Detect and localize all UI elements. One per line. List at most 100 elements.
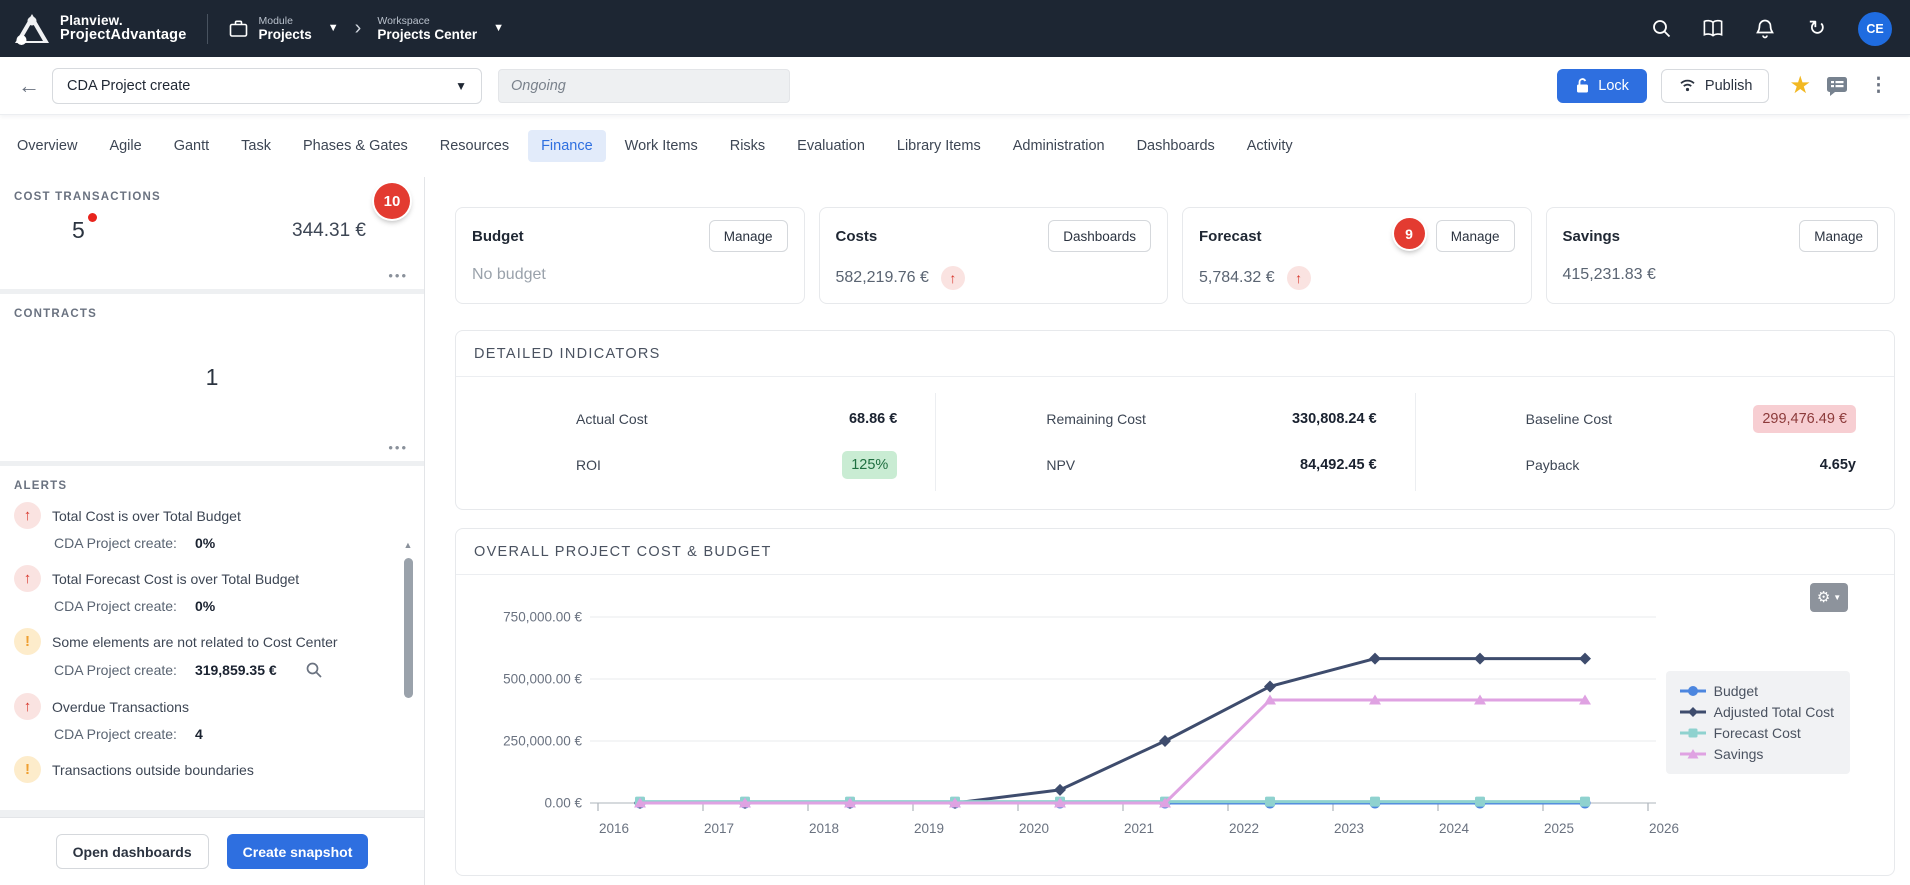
open-dashboards-button[interactable]: Open dashboards	[56, 834, 209, 869]
alert-value: 319,859.35 €	[195, 662, 277, 678]
tab-agile[interactable]: Agile	[96, 130, 154, 162]
alert-severity-up-icon: ↑	[14, 502, 41, 529]
planview-logo[interactable]: Planview. ProjectAdvantage	[14, 13, 187, 45]
project-toolbar: ← CDA Project create ▼ Ongoing Lock	[0, 57, 1910, 115]
costs-value: 582,219.76 €	[836, 269, 929, 287]
forecast-trend-up-icon: ↑	[1287, 266, 1311, 290]
alert-title: Total Cost is over Total Budget	[52, 508, 241, 524]
publish-broadcast-icon	[1678, 78, 1697, 93]
budget-card-title: Budget	[472, 228, 524, 245]
cost-transactions-badge: 10	[374, 183, 410, 219]
tab-phases-gates[interactable]: Phases & Gates	[290, 130, 421, 162]
project-status-value: Ongoing	[511, 78, 566, 94]
more-options-kebab-icon[interactable]: ⋮	[1863, 74, 1894, 97]
lock-button[interactable]: Lock	[1557, 69, 1647, 103]
scrollbar-thumb[interactable]	[404, 558, 413, 698]
create-snapshot-button[interactable]: Create snapshot	[227, 834, 369, 869]
project-select-caret-icon: ▼	[455, 79, 467, 93]
contracts-card[interactable]: CONTRACTS 1 •••	[0, 294, 424, 461]
legend-marker-icon	[1680, 727, 1706, 739]
alert-magnifier-icon[interactable]	[305, 661, 323, 679]
tab-dashboards[interactable]: Dashboards	[1124, 130, 1228, 162]
sidebar-actions-bar: Open dashboards Create snapshot	[0, 817, 424, 885]
detailed-indicators-title: DETAILED INDICATORS	[456, 331, 1894, 377]
costs-trend-up-icon: ↑	[941, 266, 965, 290]
tab-finance[interactable]: Finance	[528, 130, 606, 162]
tab-activity[interactable]: Activity	[1234, 130, 1306, 162]
module-selector[interactable]: Module Projects ▼	[228, 15, 339, 43]
legend-item-budget[interactable]: Budget	[1680, 683, 1834, 699]
costs-dashboards-button[interactable]: Dashboards	[1048, 220, 1151, 252]
legend-label: Savings	[1714, 746, 1764, 762]
tab-work-items[interactable]: Work Items	[612, 130, 711, 162]
legend-item-adjusted-total-cost[interactable]: Adjusted Total Cost	[1680, 704, 1834, 720]
forecast-manage-button[interactable]: Manage	[1436, 220, 1515, 252]
forecast-card-title: Forecast	[1199, 228, 1262, 245]
tab-task[interactable]: Task	[228, 130, 284, 162]
user-avatar[interactable]: CE	[1858, 12, 1892, 46]
publish-button-label: Publish	[1705, 78, 1753, 94]
favorite-star-icon[interactable]: ★	[1789, 71, 1811, 100]
alert-project-label: CDA Project create:	[54, 598, 177, 614]
tab-gantt[interactable]: Gantt	[161, 130, 222, 162]
detailed-indicators-panel: DETAILED INDICATORS Actual Cost 68.86 € …	[455, 330, 1895, 510]
notifications-bell-icon[interactable]	[1754, 18, 1776, 40]
svg-text:2019: 2019	[914, 821, 944, 836]
legend-marker-icon	[1680, 685, 1706, 697]
alerts-card: ALERTS ↑ Total Cost is over Total Budget…	[0, 466, 424, 810]
indicator-label: Baseline Cost	[1526, 411, 1612, 427]
svg-text:2018: 2018	[809, 821, 839, 836]
indicator-label: Actual Cost	[576, 411, 648, 427]
feedback-comment-icon[interactable]	[1825, 75, 1849, 97]
alert-severity-up-icon: ↑	[14, 565, 41, 592]
back-arrow-icon[interactable]: ←	[18, 73, 40, 99]
summary-cards-row: Budget Manage No budget Costs Dashboards…	[455, 207, 1895, 304]
contracts-title: CONTRACTS	[0, 294, 424, 320]
knowledge-book-icon[interactable]	[1702, 18, 1724, 40]
series-savings	[634, 695, 1591, 808]
legend-item-forecast-cost[interactable]: Forecast Cost	[1680, 725, 1834, 741]
alert-value: 4	[195, 726, 203, 742]
alert-title: Some elements are not related to Cost Ce…	[52, 634, 338, 650]
indicator-label: Remaining Cost	[1046, 411, 1146, 427]
costs-card-title: Costs	[836, 228, 878, 245]
tab-risks[interactable]: Risks	[717, 130, 778, 162]
publish-button[interactable]: Publish	[1661, 69, 1770, 103]
refresh-icon[interactable]: ↻	[1806, 18, 1828, 40]
tab-overview[interactable]: Overview	[4, 130, 90, 162]
alert-value: 0%	[195, 598, 215, 614]
svg-text:2025: 2025	[1544, 821, 1574, 836]
unlock-icon	[1575, 77, 1590, 94]
tab-library-items[interactable]: Library Items	[884, 130, 994, 162]
briefcase-icon	[228, 18, 249, 39]
alert-severity-up-icon: ↑	[14, 693, 41, 720]
search-icon[interactable]	[1650, 18, 1672, 40]
svg-text:250,000.00 €: 250,000.00 €	[503, 734, 582, 749]
costs-card: Costs Dashboards 582,219.76 € ↑	[819, 207, 1169, 304]
cost-transactions-card[interactable]: COST TRANSACTIONS 5 344.31 € 10 •••	[0, 177, 424, 289]
cost-transactions-more-icon[interactable]: •••	[388, 268, 408, 283]
scrollbar-up-arrow-icon[interactable]: ▲	[404, 540, 413, 550]
savings-value: 415,231.83 €	[1563, 266, 1656, 284]
workspace-selector[interactable]: Workspace Projects Center ▼	[377, 15, 504, 43]
svg-text:2017: 2017	[704, 821, 734, 836]
project-select[interactable]: CDA Project create ▼	[52, 68, 482, 104]
module-label: Module	[259, 15, 312, 27]
legend-label: Adjusted Total Cost	[1714, 704, 1834, 720]
tab-evaluation[interactable]: Evaluation	[784, 130, 878, 162]
workspace-label: Workspace	[377, 15, 477, 27]
tab-administration[interactable]: Administration	[1000, 130, 1118, 162]
module-caret-icon: ▼	[328, 22, 339, 34]
contracts-more-icon[interactable]: •••	[388, 440, 408, 455]
savings-manage-button[interactable]: Manage	[1799, 220, 1878, 252]
project-status-field: Ongoing	[498, 69, 790, 103]
indicator-label: Payback	[1526, 457, 1580, 473]
budget-manage-button[interactable]: Manage	[709, 220, 788, 252]
alert-project-label: CDA Project create:	[54, 726, 177, 742]
chart-x-axis: 2016201720182019202020212022202320242025…	[598, 803, 1679, 836]
alerts-scrollbar[interactable]: ▲ ▼	[402, 540, 414, 792]
tab-resources[interactable]: Resources	[427, 130, 522, 162]
cost-transactions-title: COST TRANSACTIONS	[0, 177, 424, 203]
chart-body: 0.00 €250,000.00 €500,000.00 €750,000.00…	[456, 575, 1894, 852]
legend-item-savings[interactable]: Savings	[1680, 746, 1834, 762]
